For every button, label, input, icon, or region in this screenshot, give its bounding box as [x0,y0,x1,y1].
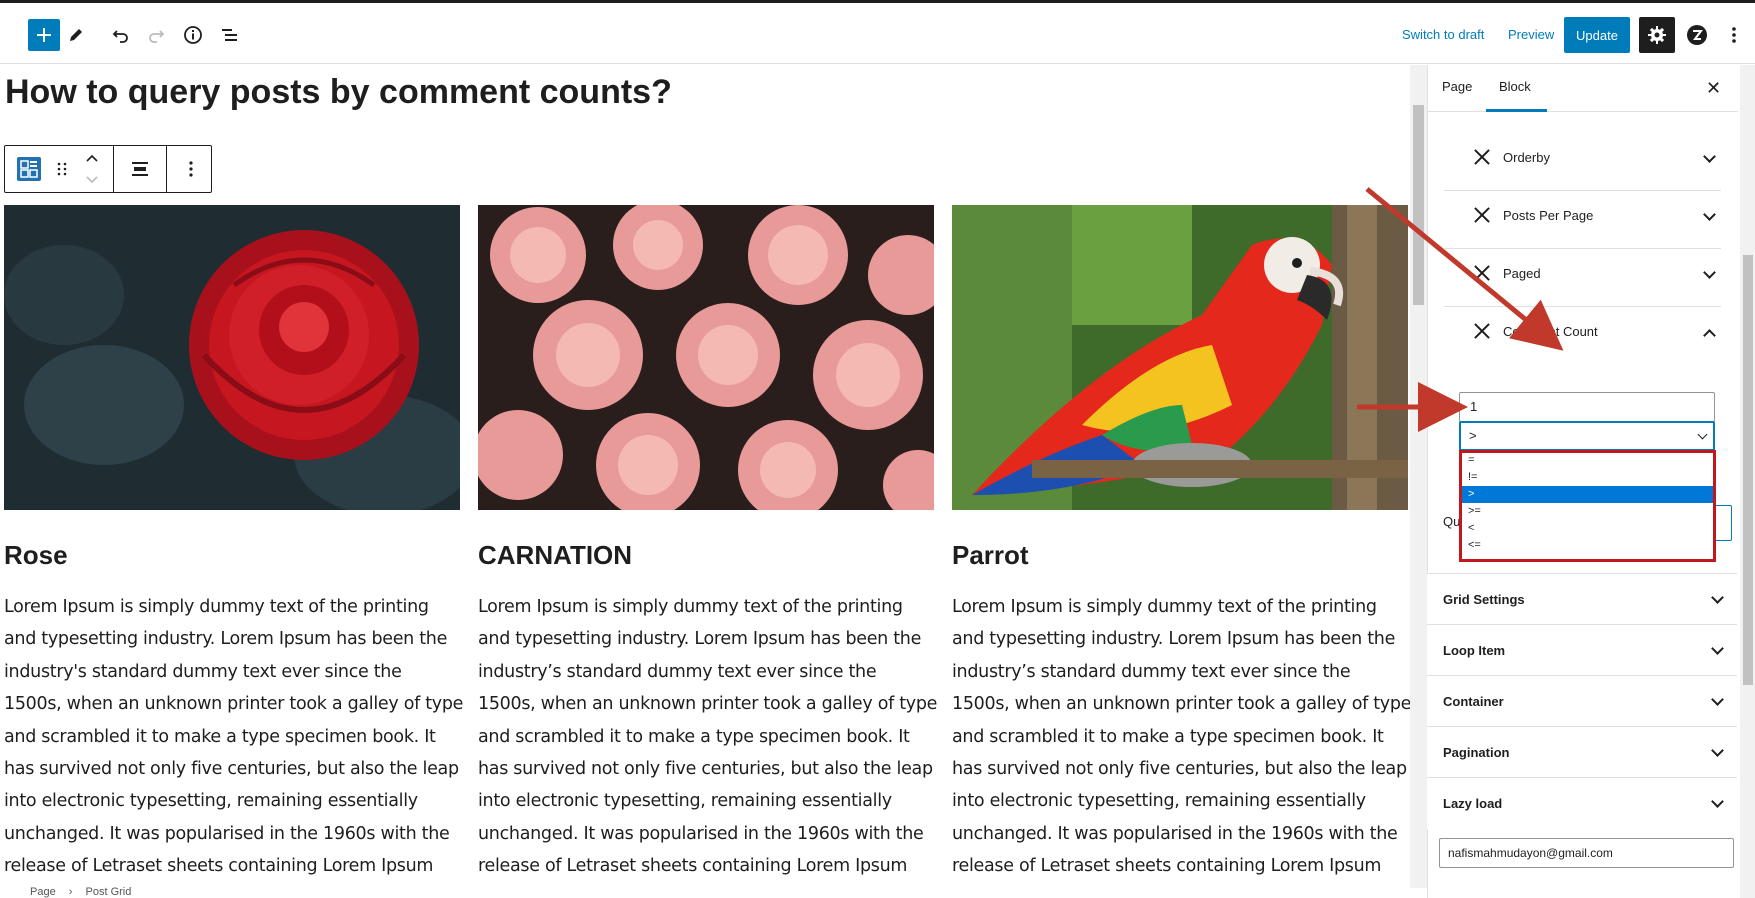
annotation-highlight-box [1459,450,1716,562]
remove-icon[interactable] [1474,323,1490,339]
panel-title: Grid Settings [1443,592,1525,607]
post-excerpt: Lorem Ipsum is simply dummy text of the … [952,597,1410,890]
query-row-label: Comment Count [1503,324,1598,339]
panel-container[interactable]: Container [1427,675,1737,727]
chevron-down-icon[interactable] [1711,744,1724,757]
chevron-down-icon[interactable] [1703,150,1716,163]
remove-icon[interactable] [1474,149,1490,165]
panel-title: Container [1443,694,1504,709]
list-view-icon[interactable] [214,19,246,51]
select-value: > [1469,428,1477,443]
chevron-down-icon[interactable] [1711,642,1724,655]
panel-title: Pagination [1443,745,1510,760]
info-icon[interactable] [177,19,209,51]
chevron-down-icon[interactable] [1711,693,1724,706]
post-title[interactable]: Rose [4,540,460,571]
query-row-label: Posts Per Page [1503,208,1594,223]
sidebar-tabs: Page Block ✕ [1428,65,1738,112]
query-row-paged[interactable]: Paged [1444,243,1721,307]
editor-canvas: How to query posts by comment counts? Ro… [0,65,1410,890]
gear-icon [1648,26,1666,44]
editor-topbar: Switch to draft Preview Update [0,0,1755,64]
panel-title: Loop Item [1443,643,1506,658]
panel-loop-item[interactable]: Loop Item [1427,624,1737,676]
post-excerpt: Lorem Ipsum is simply dummy text of the … [478,597,938,890]
query-label-partial: Qu [1443,514,1461,529]
query-row-orderby[interactable]: Orderby [1444,127,1721,191]
undo-icon[interactable] [105,19,137,51]
query-row-comment-count[interactable]: Comment Count [1444,301,1721,365]
post-grid-item: Parrot Lorem Ipsum is simply dummy text … [952,205,1410,890]
pencil-icon[interactable] [60,19,92,51]
settings-button[interactable] [1639,17,1675,53]
query-row-posts-per-page[interactable]: Posts Per Page [1444,185,1721,249]
post-grid-item: Rose Lorem Ipsum is simply dummy text of… [4,205,463,890]
carnation-image [478,205,934,510]
parrot-image [952,205,1408,510]
email-field[interactable]: nafismahmudayon@gmail.com [1439,838,1734,868]
close-icon[interactable]: ✕ [1706,78,1721,99]
query-row-label: Paged [1503,266,1541,281]
comment-count-value-input[interactable]: 1 [1459,392,1715,422]
query-row-label: Orderby [1503,150,1550,165]
sidebar-scrollbar[interactable] [1740,65,1755,898]
sidebar-scrollbar-thumb[interactable] [1743,255,1753,685]
canvas-scrollbar-thumb[interactable] [1413,105,1424,305]
align-icon[interactable] [129,154,151,184]
panel-lazy-load[interactable]: Lazy load [1427,777,1737,829]
breadcrumb-item[interactable]: Post Grid [86,886,132,898]
chevron-down-icon[interactable] [1703,266,1716,279]
panel-title: Lazy load [1443,796,1503,811]
chevron-down-icon[interactable] [1711,591,1724,604]
preview-button[interactable]: Preview [1508,27,1554,42]
block-options-icon[interactable] [183,154,199,184]
post-excerpt: Lorem Ipsum is simply dummy text of the … [4,597,464,890]
tab-page[interactable]: Page [1442,79,1472,94]
switch-to-draft-button[interactable]: Switch to draft [1402,27,1484,42]
remove-icon[interactable] [1474,207,1490,223]
post-title[interactable]: Parrot [952,540,1408,571]
plugin-logo-icon[interactable] [1681,19,1713,51]
update-button[interactable]: Update [1564,17,1630,53]
page-title[interactable]: How to query posts by comment counts? [5,73,672,112]
drag-handle-icon[interactable] [55,154,69,184]
chevron-down-icon [1697,429,1708,440]
chevron-up-icon[interactable] [1703,329,1716,342]
comment-count-compare-select[interactable]: > [1459,421,1715,451]
rose-image [4,205,460,510]
breadcrumb: Page › Post Grid [0,886,1410,898]
tab-block[interactable]: Block [1499,79,1531,94]
canvas-scrollbar[interactable] [1410,65,1427,888]
panel-grid-settings[interactable]: Grid Settings [1427,573,1737,625]
post-grid-block-icon[interactable] [17,157,41,181]
post-grid-item: CARNATION Lorem Ipsum is simply dummy te… [478,205,937,890]
remove-icon[interactable] [1474,265,1490,281]
panel-pagination[interactable]: Pagination [1427,726,1737,778]
chevron-down-icon[interactable] [1703,208,1716,221]
add-block-button[interactable] [28,19,60,51]
post-title[interactable]: CARNATION [478,540,934,571]
more-options-icon[interactable] [1718,19,1750,51]
move-up-down-icon[interactable] [83,150,101,188]
redo-icon[interactable] [140,19,172,51]
chevron-down-icon[interactable] [1711,795,1724,808]
block-toolbar [4,145,212,193]
breadcrumb-item[interactable]: Page [30,886,56,898]
